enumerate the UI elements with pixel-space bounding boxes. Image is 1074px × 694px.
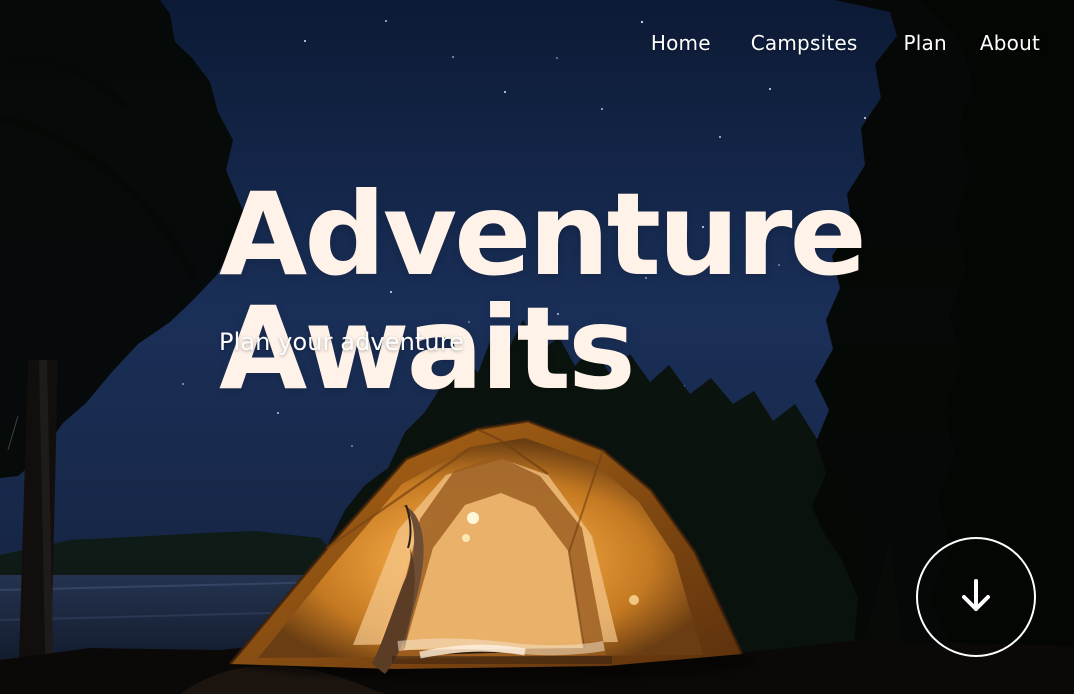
hero-subtitle: Plan your adventure	[219, 328, 465, 356]
hero-title: Adventure Awaits	[219, 168, 867, 406]
nav-link-about[interactable]: About	[980, 31, 1040, 55]
scroll-down-button[interactable]	[916, 537, 1036, 657]
main-navigation: Home Campsites Plan About	[651, 31, 1040, 55]
nav-link-plan[interactable]: Plan	[904, 31, 947, 55]
hero-title-line-1: Adventure	[219, 168, 867, 302]
arrow-down-icon	[962, 579, 990, 611]
nav-link-campsites[interactable]: Campsites	[751, 31, 858, 55]
nav-link-home[interactable]: Home	[651, 31, 711, 55]
hero-section: Home Campsites Plan About Adventure Awai…	[0, 0, 1074, 694]
